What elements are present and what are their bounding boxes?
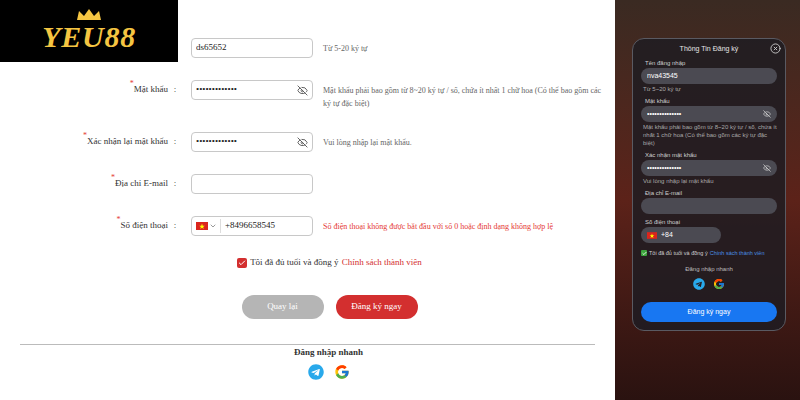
- mobile-field-hint: Vui lòng nhập lại mật khẩu: [641, 177, 777, 185]
- form-row: *Số điện thoại: +8496658545 Số điện thoại …: [0, 216, 615, 236]
- mobile-field-value: +84: [661, 230, 715, 241]
- field-input[interactable]: •••••••••••••: [191, 80, 313, 100]
- mobile-field-label: Tên đăng nhập: [641, 59, 777, 67]
- eye-off-icon[interactable]: [763, 164, 771, 172]
- required-mark: *: [130, 78, 134, 90]
- vietnam-flag-icon: [647, 232, 657, 239]
- field-hint: [323, 174, 611, 178]
- desktop-form-panel: YEU88: ds65652 Từ 5-20 ký tự *Mật khẩu: ••••…: [0, 0, 615, 400]
- field-value: ds65652: [196, 41, 308, 55]
- form-row: *Địa chỉ E-mail:: [0, 174, 615, 194]
- policy-link[interactable]: Chính sách thành viên: [342, 256, 422, 270]
- check-icon: [642, 251, 647, 256]
- mobile-field-label: Xác nhận mật khẩu: [641, 151, 777, 159]
- crown-icon: [76, 9, 102, 21]
- required-mark: *: [111, 172, 115, 184]
- google-icon[interactable]: [334, 364, 350, 380]
- page: YEU88:ds65652Từ 5-20 ký tự*Mật khẩu:••••…: [0, 0, 800, 400]
- field-value: +8496658545: [225, 219, 308, 233]
- mobile-quick-login-providers: [641, 278, 777, 290]
- form-row: *Xác nhận lại mật khẩu: ••••••••••••• Vui …: [0, 132, 615, 152]
- eye-off-icon[interactable]: [763, 110, 771, 118]
- mobile-field: Xác nhận mật khẩu •••••••••••••• Vui lòng …: [641, 151, 777, 185]
- mobile-register-button[interactable]: Đăng ký ngay: [641, 302, 777, 322]
- eye-off-icon[interactable]: [297, 137, 308, 148]
- mobile-agree-checkbox[interactable]: [641, 250, 647, 256]
- mobile-field-input[interactable]: [641, 198, 777, 214]
- mobile-field-input[interactable]: ••••••••••••••: [641, 160, 777, 176]
- close-icon[interactable]: [770, 43, 781, 54]
- vietnam-flag-icon: [196, 222, 208, 230]
- quick-login-divider: [20, 344, 595, 345]
- field-label: *Mật khẩu: [134, 83, 168, 97]
- button-row: Quay lại Đăng ký ngay: [0, 295, 615, 319]
- field-input[interactable]: ds65652: [191, 38, 313, 58]
- mobile-field: Mật khẩu •••••••••••••• Mật khẩu phải bao …: [641, 97, 777, 147]
- field-label: *Xác nhận lại mật khẩu: [87, 135, 168, 149]
- register-modal: Thông Tin Đăng ký Tên đăng nhập nva43545 Từ…: [632, 38, 786, 331]
- field-label: *Địa chỉ E-mail: [115, 177, 168, 191]
- field-hint: Mật khẩu phải bao gồm từ 8~20 ký tự / số…: [323, 80, 611, 110]
- mobile-field: Địa chỉ E-mail: [641, 189, 777, 214]
- mobile-policy-link[interactable]: Chính sách thành viên: [710, 249, 765, 257]
- field-hint: Số điện thoại không được bắt đầu với số …: [323, 216, 611, 233]
- field-separator: :: [168, 216, 182, 236]
- mobile-field-label: Số điện thoại: [641, 218, 777, 226]
- required-mark: *: [83, 130, 87, 142]
- field-value: •••••••••••••: [196, 83, 293, 97]
- mobile-field-value: nva43545: [647, 71, 771, 82]
- field-label: *Số điện thoại: [121, 219, 169, 233]
- field-input[interactable]: [191, 174, 313, 194]
- mobile-field-hint: Từ 5~20 ký tự: [641, 85, 777, 93]
- field-hint: Vui lòng nhập lại mật khẩu.: [323, 132, 611, 149]
- mobile-field-value: ••••••••••••••: [647, 109, 759, 120]
- mobile-field-input[interactable]: ••••••••••••••: [641, 106, 777, 122]
- form-row: *Mật khẩu: ••••••••••••• Mật khẩu phải bao…: [0, 80, 615, 110]
- mobile-preview: Thông Tin Đăng ký Tên đăng nhập nva43545 Từ…: [615, 0, 800, 400]
- mobile-agree-row: Tôi đã đủ tuổi và đồng ýChính sách thành…: [641, 249, 777, 257]
- telegram-icon[interactable]: [308, 364, 324, 380]
- chevron-down-icon: [209, 222, 217, 230]
- modal-title: Thông Tin Đăng ký: [680, 44, 739, 55]
- eye-off-icon[interactable]: [297, 85, 308, 96]
- field-value: •••••••••••••: [196, 135, 293, 149]
- mobile-field-value: ••••••••••••••: [647, 163, 759, 174]
- mobile-field: Tên đăng nhập nva43545 Từ 5~20 ký tự: [641, 59, 777, 93]
- logo-text: YEU88: [42, 21, 136, 53]
- mobile-field: Số điện thoại +84: [641, 218, 777, 243]
- field-input[interactable]: +8496658545: [191, 216, 313, 236]
- mobile-field-hint: Mật khẩu phải bao gồm từ 8~20 ký tự / số…: [641, 123, 777, 147]
- mobile-field-input[interactable]: +84: [641, 227, 721, 243]
- register-button[interactable]: Đăng ký ngay: [336, 295, 418, 319]
- agree-row: Tôi đã đủ tuổi và đồng ýChính sách thành…: [0, 256, 615, 270]
- telegram-icon[interactable]: [693, 278, 705, 290]
- agree-text: Tôi đã đủ tuổi và đồng ý: [250, 256, 339, 270]
- mobile-quick-login-title: Đăng nhập nhanh: [641, 265, 777, 274]
- mobile-field-label: Mật khẩu: [641, 97, 777, 105]
- country-select[interactable]: [196, 219, 221, 233]
- field-hint: Từ 5-20 ký tự: [323, 38, 611, 55]
- field-separator: :: [168, 80, 182, 100]
- mobile-field-input[interactable]: nva43545: [641, 68, 777, 84]
- google-icon[interactable]: [713, 278, 725, 290]
- field-separator: :: [168, 174, 182, 194]
- check-icon: [238, 259, 246, 267]
- agree-checkbox[interactable]: [237, 258, 247, 268]
- mobile-agree-text: Tôi đã đủ tuổi và đồng ý: [649, 249, 708, 257]
- field-separator: :: [168, 132, 182, 152]
- quick-login-title: Đăng nhập nhanh: [0, 346, 615, 360]
- field-input[interactable]: •••••••••••••: [191, 132, 313, 152]
- required-mark: *: [117, 214, 121, 226]
- mobile-field-label: Địa chỉ E-mail: [641, 189, 777, 197]
- back-button[interactable]: Quay lại: [242, 295, 324, 319]
- logo[interactable]: YEU88: [0, 0, 178, 62]
- quick-login-providers: [0, 364, 615, 380]
